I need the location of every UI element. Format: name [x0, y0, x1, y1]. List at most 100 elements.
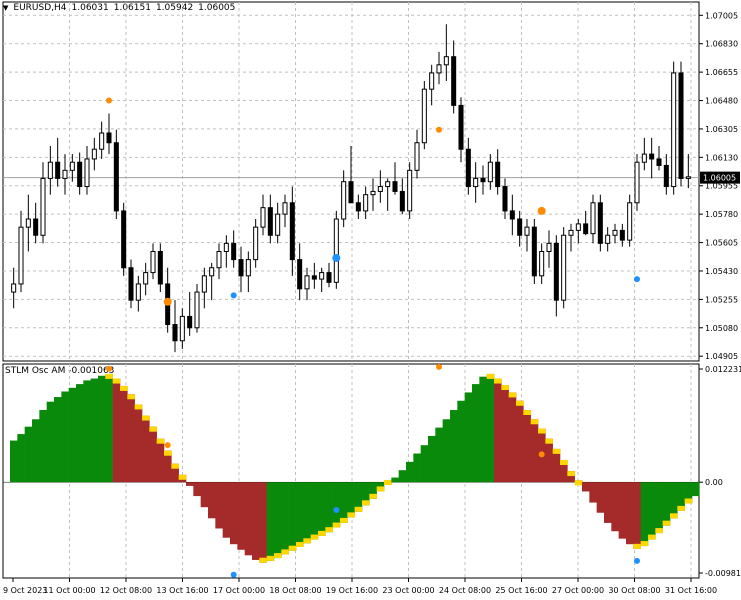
candle-body: [113, 142, 119, 212]
signal-dot: [106, 97, 112, 104]
osc-signal-cap: [127, 394, 135, 400]
osc-signal-cap: [340, 517, 348, 523]
osc-signal-cap: [670, 513, 678, 519]
osc-bar: [39, 410, 47, 483]
candle-body: [245, 259, 251, 277]
candle-body: [414, 142, 420, 171]
candle-body: [678, 72, 684, 179]
osc-bar: [391, 477, 399, 483]
osc-bar: [10, 440, 18, 483]
candle-body: [663, 164, 669, 188]
osc-signal-cap: [523, 410, 531, 416]
candle-body: [11, 283, 17, 293]
osc-axis-label: -0.009811: [705, 569, 741, 578]
candle-body: [216, 250, 222, 269]
osc-signal-dot: [164, 442, 171, 449]
candle-body: [77, 161, 83, 188]
osc-signal-cap: [655, 528, 663, 534]
candle-body: [297, 259, 303, 290]
signal-dot: [436, 126, 442, 133]
time-axis-label: 18 Oct 08:00: [269, 586, 321, 595]
candle-body: [399, 190, 405, 212]
osc-bar: [105, 373, 113, 483]
osc-bar: [274, 482, 282, 559]
osc-signal-cap: [332, 522, 341, 528]
candle-body: [91, 148, 97, 160]
price-axis-label: 1.05255: [705, 295, 738, 304]
candle-body: [238, 259, 244, 277]
osc-bar: [472, 384, 480, 483]
candle-body: [546, 242, 552, 252]
osc-bar: [46, 401, 55, 483]
price-axis-label: 1.05780: [705, 210, 738, 219]
osc-signal-cap: [486, 373, 495, 379]
osc-bar: [347, 482, 355, 518]
candle-body: [289, 202, 295, 261]
price-axis-label: 1.06305: [705, 125, 738, 134]
osc-bar: [648, 482, 656, 540]
osc-bar: [318, 482, 326, 536]
osc-signal-cap: [508, 392, 517, 398]
candle-body: [473, 177, 479, 188]
signal-dot: [537, 206, 546, 215]
candle-body: [458, 104, 464, 150]
osc-bar: [633, 482, 641, 549]
osc-signal-cap: [567, 471, 575, 477]
osc-bar: [303, 482, 311, 544]
candle-body: [106, 132, 112, 144]
osc-bar: [655, 482, 663, 534]
price-axis-label: 1.07005: [705, 11, 738, 20]
osc-signal-cap: [164, 450, 172, 456]
time-axis-label: 25 Oct 16:00: [495, 586, 547, 595]
osc-signal-cap: [384, 479, 392, 485]
candle-body: [201, 275, 207, 293]
candle-body: [370, 190, 376, 196]
osc-bar: [428, 435, 436, 483]
candle-body: [487, 161, 493, 183]
candle-body: [172, 324, 178, 342]
osc-bar: [281, 482, 289, 555]
osc-bar: [266, 482, 275, 561]
osc-bar: [442, 419, 451, 483]
chart-canvas[interactable]: 1.07005 1.06830 1.06655 1.06480 1.06305 1.061…: [0, 0, 741, 600]
candle-body: [407, 169, 413, 212]
osc-signal-cap: [156, 438, 165, 444]
candle-body: [392, 181, 398, 192]
candle-body: [223, 242, 229, 252]
osc-signal-cap: [354, 506, 363, 512]
candle-body: [605, 234, 611, 244]
osc-signal-dot: [230, 571, 237, 578]
candle-body: [671, 72, 677, 188]
candle-body: [553, 242, 559, 301]
osc-bar: [611, 482, 619, 532]
osc-signal-cap: [281, 549, 289, 555]
candle-body: [143, 272, 149, 285]
osc-signal-dot: [436, 363, 442, 370]
osc-bar: [604, 482, 612, 523]
osc-bar: [222, 482, 231, 538]
osc-signal-cap: [310, 534, 319, 540]
osc-signal-dot: [634, 557, 640, 564]
osc-bar: [237, 482, 245, 550]
osc-bar: [252, 482, 260, 560]
osc-bar: [479, 376, 487, 483]
osc-signal-cap: [288, 545, 297, 551]
price-axis-label: 1.04905: [705, 352, 738, 361]
osc-signal-cap: [142, 415, 150, 421]
candle-body: [121, 210, 127, 269]
candle-body: [84, 158, 90, 188]
candle-body: [612, 229, 618, 236]
candle-body: [179, 315, 185, 342]
time-axis-label: 30 Oct 08:00: [608, 586, 660, 595]
osc-bar: [288, 482, 297, 551]
osc-bar: [310, 482, 319, 540]
candle-body: [348, 181, 354, 204]
candle-body: [311, 275, 317, 280]
signal-dot: [230, 292, 237, 299]
osc-bar: [98, 375, 106, 483]
osc-signal-cap: [347, 512, 355, 518]
osc-bar: [32, 419, 40, 483]
osc-bar: [68, 387, 77, 483]
candle-body: [509, 210, 515, 220]
osc-bar: [464, 392, 473, 483]
